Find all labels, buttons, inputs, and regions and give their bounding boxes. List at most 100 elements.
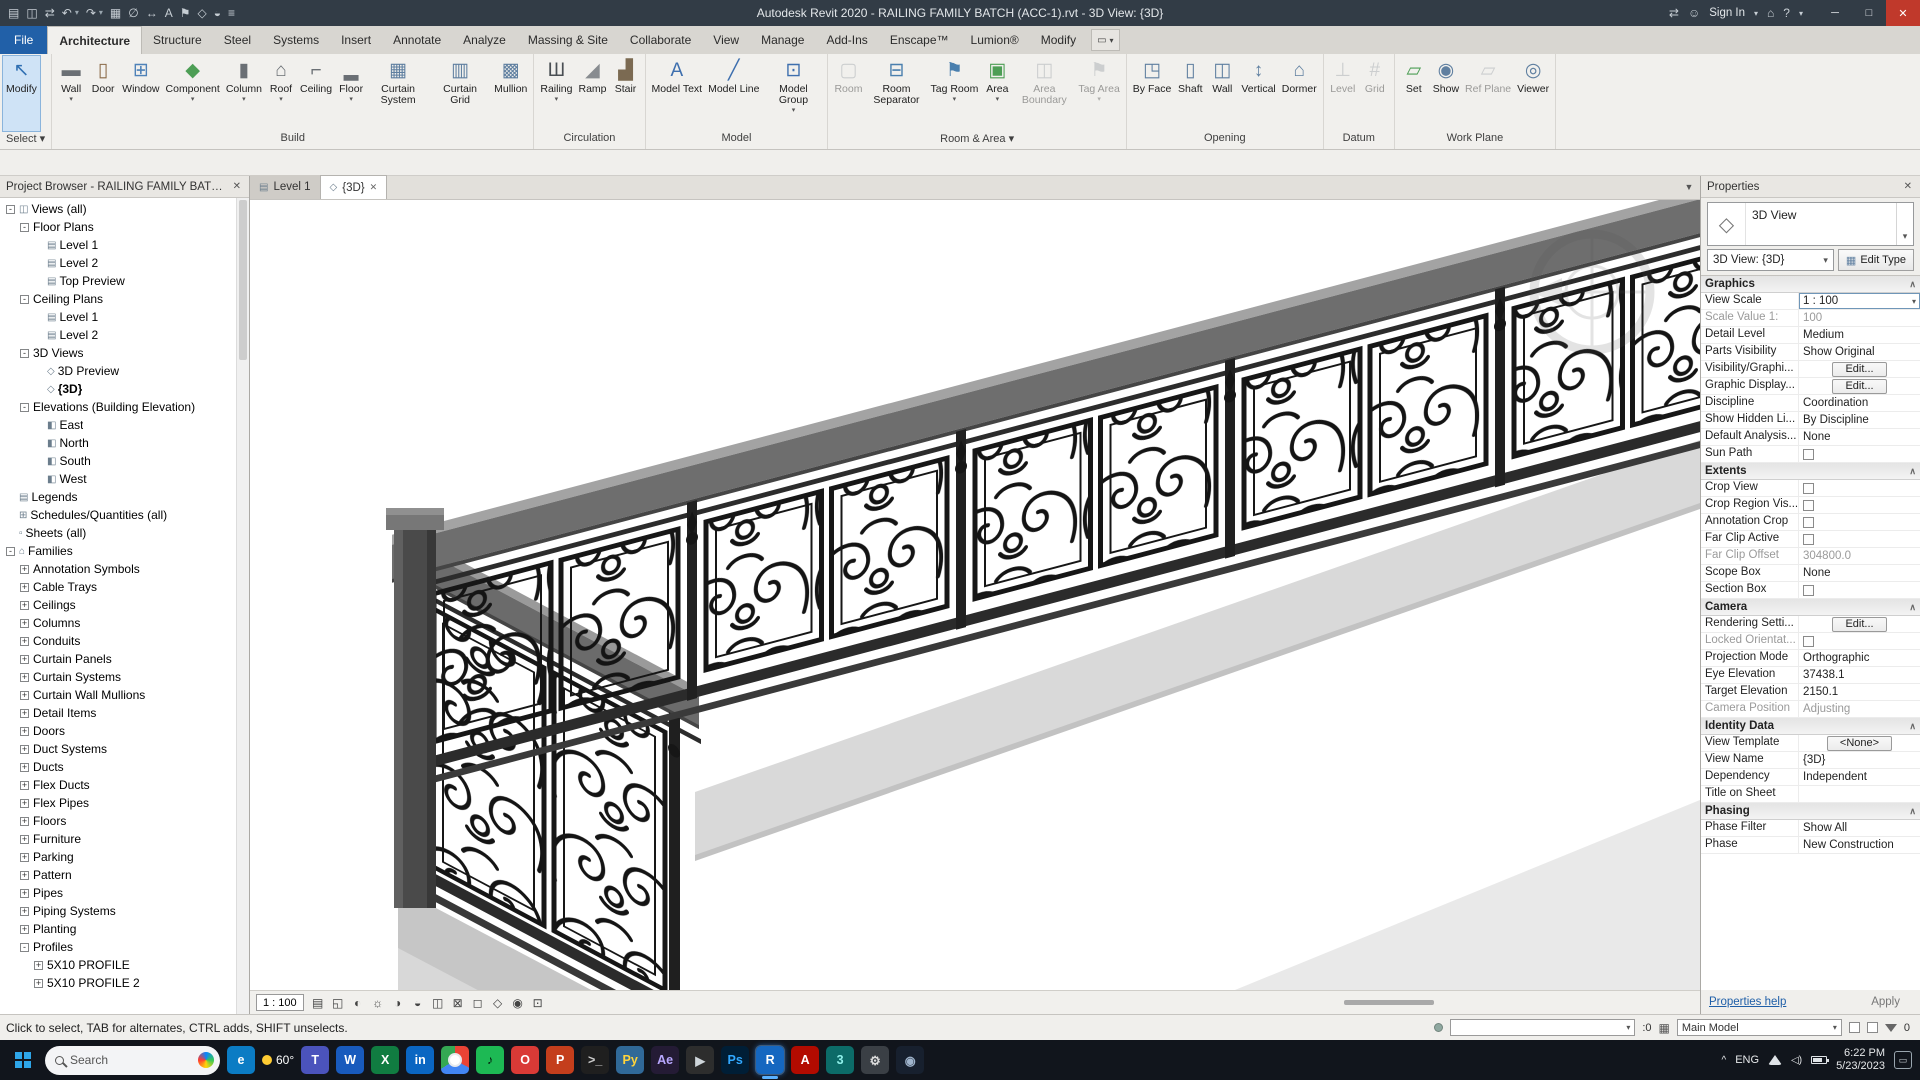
collapse-icon[interactable]: - — [20, 222, 29, 232]
tab-file[interactable]: File — [0, 26, 48, 54]
group-collapse-icon[interactable]: ∧ — [1909, 466, 1916, 477]
property-value[interactable]: Medium — [1799, 327, 1920, 343]
editable-only-icon[interactable]: ▦ — [1659, 1021, 1670, 1035]
property-value[interactable]: Edit... — [1799, 361, 1920, 377]
taskbar-app-revit[interactable]: R — [755, 1045, 786, 1079]
tree-item-level-2[interactable]: ▤ Level 2 — [0, 254, 249, 272]
type-selector[interactable]: ◇ 3D View ▾ — [1707, 202, 1914, 246]
edit-type-button[interactable]: ▦ Edit Type — [1837, 249, 1914, 271]
property-value[interactable]: None — [1799, 429, 1920, 445]
property-value[interactable]: 304800.0 — [1799, 548, 1920, 564]
tree-item-planting[interactable]: + Planting — [0, 920, 249, 938]
property-value[interactable] — [1799, 582, 1920, 598]
set-button[interactable]: ▱ Set — [1398, 56, 1430, 131]
group-collapse-icon[interactable]: ∧ — [1909, 721, 1916, 732]
tree-item-parking[interactable]: + Parking — [0, 848, 249, 866]
taskbar-app-linkedin[interactable]: in — [406, 1046, 435, 1074]
property-value[interactable]: Adjusting — [1799, 701, 1920, 717]
tree-item-sheets-all[interactable]: ▫ Sheets (all) — [0, 524, 249, 542]
tree-item-detail-items[interactable]: + Detail Items — [0, 704, 249, 722]
tab-manage[interactable]: Manage — [750, 26, 815, 54]
tree-item-annotation-symbols[interactable]: + Annotation Symbols — [0, 560, 249, 578]
undo-menu-icon[interactable]: ▾ — [75, 0, 79, 26]
expand-icon[interactable]: + — [20, 870, 29, 880]
wall-button[interactable]: ▬ Wall ▾ — [55, 56, 87, 131]
property-group-graphics[interactable]: Graphics ∧ — [1701, 276, 1920, 293]
checkbox[interactable] — [1803, 635, 1814, 647]
taskbar-app-edge[interactable]: e — [227, 1046, 255, 1074]
expand-icon[interactable]: + — [20, 690, 29, 700]
dormer-button[interactable]: ⌂ Dormer — [1279, 56, 1320, 131]
property-value[interactable] — [1799, 497, 1920, 513]
model-group-button[interactable]: ⊡ Model Group ▾ — [762, 56, 824, 131]
expand-icon[interactable]: + — [20, 618, 29, 628]
tree-item-doors[interactable]: + Doors — [0, 722, 249, 740]
apply-button[interactable]: Apply — [1859, 994, 1912, 1010]
expand-icon[interactable]: + — [20, 672, 29, 682]
tree-item-5x10-profile-2[interactable]: +5X10 PROFILE 2 — [0, 974, 249, 992]
property-group-extents[interactable]: Extents ∧ — [1701, 463, 1920, 480]
property-value[interactable]: Independent — [1799, 769, 1920, 785]
checkbox[interactable] — [1803, 533, 1814, 545]
stair-button[interactable]: ▟ Stair — [610, 56, 642, 131]
help-caret-icon[interactable]: ▾ — [1799, 9, 1803, 18]
model-text-button[interactable]: A Model Text — [649, 56, 706, 131]
notifications-icon[interactable]: ▭ — [1894, 1051, 1912, 1069]
tab-lumion[interactable]: Lumion® — [960, 26, 1030, 54]
open-file-icon[interactable]: ▤ — [8, 0, 19, 26]
property-value[interactable]: None — [1799, 565, 1920, 581]
checkbox[interactable] — [1803, 448, 1814, 460]
property-value[interactable]: <None> — [1799, 735, 1920, 751]
property-value[interactable] — [1799, 446, 1920, 462]
tab-massing-site[interactable]: Massing & Site — [517, 26, 619, 54]
tree-item-east[interactable]: ◧ East — [0, 416, 249, 434]
property-value[interactable]: 1 : 100 ▾ — [1799, 293, 1920, 309]
instance-selector[interactable]: 3D View: {3D} ▾ — [1707, 249, 1834, 271]
tree-item-top-preview[interactable]: ▤ Top Preview — [0, 272, 249, 290]
expand-icon[interactable]: + — [20, 636, 29, 646]
tree-item-furniture[interactable]: + Furniture — [0, 830, 249, 848]
volume-icon[interactable]: ◁) — [1791, 1055, 1802, 1066]
tree-item-curtain-systems[interactable]: + Curtain Systems — [0, 668, 249, 686]
expand-icon[interactable]: + — [20, 600, 29, 610]
taskbar-search[interactable]: Search — [45, 1045, 220, 1075]
save-icon[interactable]: ◫ — [26, 0, 37, 26]
app-store-icon[interactable]: ⌂ — [1767, 6, 1774, 20]
tree-item-3d-views[interactable]: -3D Views — [0, 344, 249, 362]
tree-item-5x10-profile[interactable]: +5X10 PROFILE — [0, 956, 249, 974]
collapse-icon[interactable]: - — [20, 942, 29, 952]
property-value[interactable]: By Discipline — [1799, 412, 1920, 428]
taskbar-app-powerpoint[interactable]: P — [546, 1046, 575, 1074]
wall-button[interactable]: ◫ Wall — [1206, 56, 1238, 131]
tab-collaborate[interactable]: Collaborate — [619, 26, 702, 54]
tree-item-curtain-wall-mullions[interactable]: + Curtain Wall Mullions — [0, 686, 249, 704]
model-line-button[interactable]: ╱ Model Line — [705, 56, 762, 131]
group-collapse-icon[interactable]: ∧ — [1909, 279, 1916, 290]
tree-item-profiles[interactable]: - Profiles — [0, 938, 249, 956]
tree-item-flex-pipes[interactable]: + Flex Pipes — [0, 794, 249, 812]
expand-icon[interactable]: + — [20, 654, 29, 664]
scale-menu-icon[interactable]: ▤ — [309, 994, 327, 1012]
area-boundary-button[interactable]: ◫ Area Boundary — [1013, 56, 1075, 131]
start-button[interactable] — [8, 1045, 38, 1075]
property-value[interactable]: Edit... — [1799, 616, 1920, 632]
checkbox[interactable] — [1803, 482, 1814, 494]
by-face-button[interactable]: ◳ By Face — [1130, 56, 1175, 131]
tab-structure[interactable]: Structure — [142, 26, 213, 54]
tree-item-flex-ducts[interactable]: + Flex Ducts — [0, 776, 249, 794]
ref-plane-button[interactable]: ▱ Ref Plane — [1462, 56, 1514, 131]
tree-item-pipes[interactable]: + Pipes — [0, 884, 249, 902]
ramp-button[interactable]: ◢ Ramp — [575, 56, 609, 131]
shaft-button[interactable]: ▯ Shaft — [1174, 56, 1206, 131]
property-group-phasing[interactable]: Phasing ∧ — [1701, 803, 1920, 820]
type-selector-caret-icon[interactable]: ▾ — [1896, 203, 1913, 245]
show-button[interactable]: ◉ Show — [1430, 56, 1462, 131]
tree-item-3d-preview[interactable]: ◇ 3D Preview — [0, 362, 249, 380]
property-value[interactable] — [1799, 786, 1920, 802]
minimize-button[interactable]: ─ — [1818, 0, 1852, 26]
taskbar-app-photoshop[interactable]: Ps — [721, 1046, 750, 1074]
expand-icon[interactable]: + — [20, 852, 29, 862]
tab-architecture[interactable]: Architecture — [47, 26, 143, 54]
taskbar-app-settings[interactable]: ⚙ — [861, 1046, 890, 1074]
taskbar-app-steam[interactable]: ◉ — [896, 1046, 925, 1074]
